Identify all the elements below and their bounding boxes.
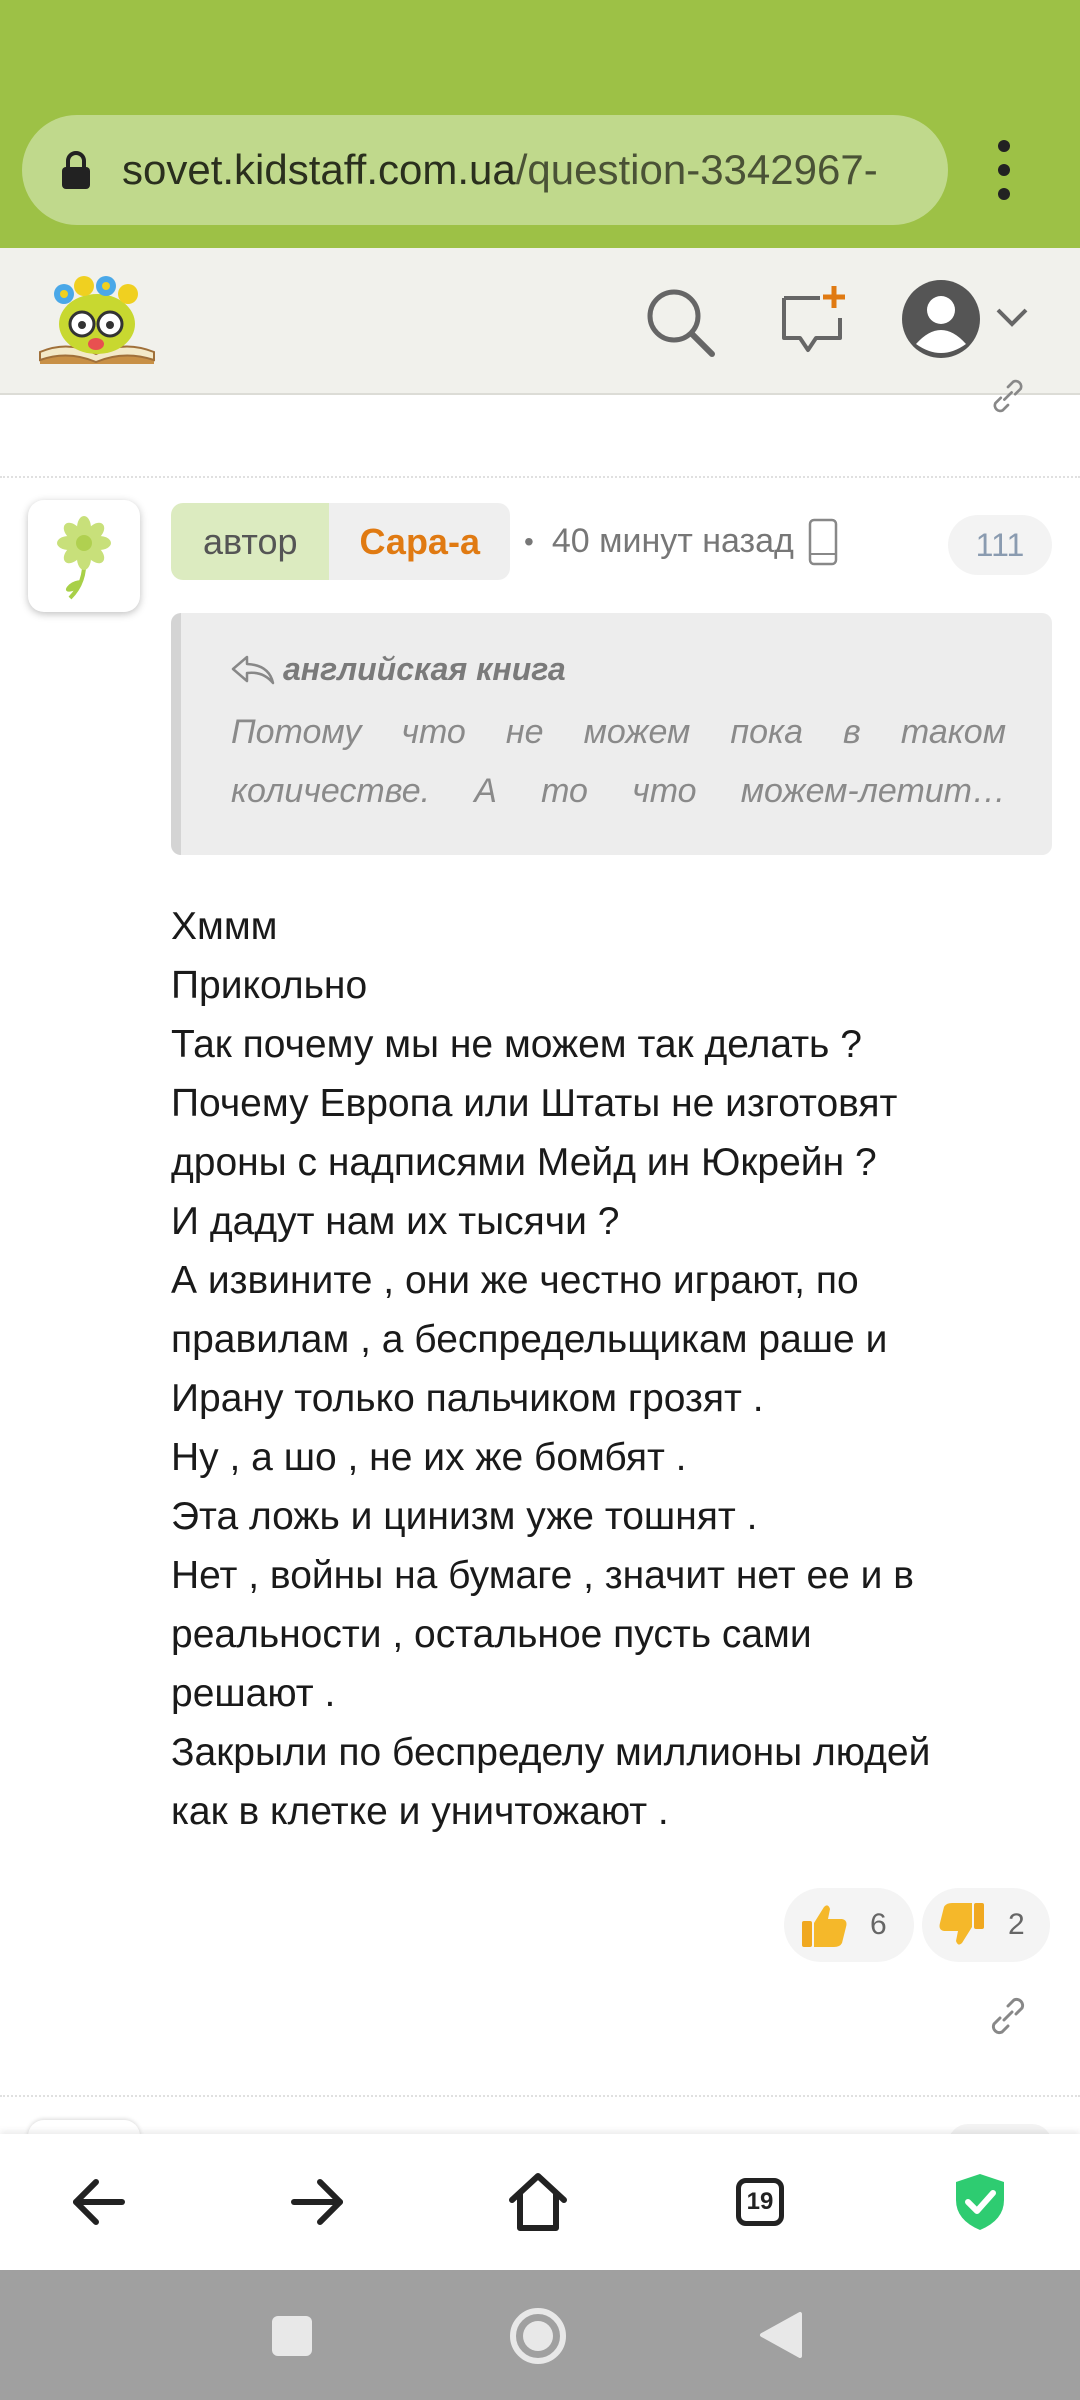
dislike-button[interactable]: 2 [922,1888,1050,1962]
author-avatar[interactable] [28,500,140,612]
address-bar[interactable]: sovet.kidstaff.com.ua/question-3342967- [22,115,948,225]
post-number[interactable]: 111 [948,515,1052,575]
post-meta: • 40 минут назад [524,503,838,580]
quote-line: количестве. А то что можем-летит… [231,772,1006,810]
quote-text: Потому что не можем пока в таком количес… [231,703,1006,821]
post-line: правилам , а беспредельщикам раше и [171,1318,888,1361]
post-line: Эта ложь и цинизм уже тошнят . [171,1495,758,1538]
flower-icon [57,516,111,600]
android-nav-bar [0,2270,1080,2400]
post-line: И дадут нам их тысячи ? [171,1200,620,1243]
post-line: Ирану только пальчиком грозят . [171,1377,764,1420]
quote-title: английская книга [283,651,566,687]
quote-block[interactable]: английская книга Потому что не можем пок… [171,613,1052,855]
post-body: Хммм Прикольно Так почему мы не можем та… [171,897,1061,1841]
tabs-count: 19 [736,2178,784,2226]
quote-header: английская книга [229,651,566,688]
post-line: Ну , а шо , не их же бомбят . [171,1436,687,1479]
home-circle-icon[interactable] [508,2306,568,2366]
home-icon[interactable] [506,2170,570,2234]
thumbs-down-icon [939,1903,984,1945]
lock-icon [62,151,90,189]
link-icon[interactable] [988,378,1028,414]
reply-arrow-icon [231,655,275,684]
post-line: Хммм [171,905,278,948]
post-line: решают . [171,1672,336,1715]
url-domain: sovet.kidstaff.com.ua [122,146,516,193]
author-role: автор [171,503,330,580]
post-line: Прикольно [171,964,368,1007]
like-button[interactable]: 6 [784,1888,914,1962]
post-line: Почему Европа или Штаты не изготовят [171,1082,898,1125]
url-text: sovet.kidstaff.com.ua/question-3342967- [122,115,932,225]
divider [0,476,1080,478]
dislike-count: 2 [1008,1908,1025,1941]
post-line: Так почему мы не можем так делать ? [171,1023,862,1066]
new-question-icon[interactable] [778,284,848,356]
post-line: Закрыли по беспределу миллионы людей [171,1731,931,1774]
site-header [0,248,1080,395]
divider [0,2095,1080,2097]
shield-check-icon[interactable] [948,2170,1012,2234]
author-badge[interactable]: автор Сара-а [171,503,510,580]
user-avatar-icon[interactable] [900,278,982,360]
like-count: 6 [870,1908,887,1941]
browser-toolbar: sovet.kidstaff.com.ua/question-3342967- [0,0,1080,248]
phone-icon [808,518,838,565]
site-logo[interactable] [34,268,160,378]
thumbs-up-icon [802,1905,847,1947]
post-line: как в клетке и уничтожают . [171,1790,669,1833]
post-line: реальности , остальное пусть сами [171,1613,812,1656]
search-icon[interactable] [642,284,718,360]
tabs-icon[interactable]: 19 [728,2170,792,2234]
url-path: /question-3342967- [515,146,878,193]
post-line: А извините , они же честно играют, по [171,1259,859,1302]
browser-bottom-nav: 19 [0,2134,1080,2270]
menu-dots-icon[interactable] [984,140,1024,200]
author-name[interactable]: Сара-а [329,503,510,580]
android-back-icon[interactable] [758,2310,804,2360]
quote-line: Потому что не можем пока в таком [231,713,1006,751]
chevron-down-icon[interactable] [994,306,1030,330]
post-line: Нет , войны на бумаге , значит нет ее и … [171,1554,914,1597]
meta-separator: • [524,526,534,557]
post-time: 40 минут назад [551,522,794,560]
link-icon[interactable] [986,1994,1030,2038]
recent-apps-icon[interactable] [270,2314,314,2358]
back-arrow-icon[interactable] [66,2170,130,2234]
post-line: дроны с надписями Мейд ин Юкрейн ? [171,1141,877,1184]
forward-arrow-icon[interactable] [286,2170,350,2234]
